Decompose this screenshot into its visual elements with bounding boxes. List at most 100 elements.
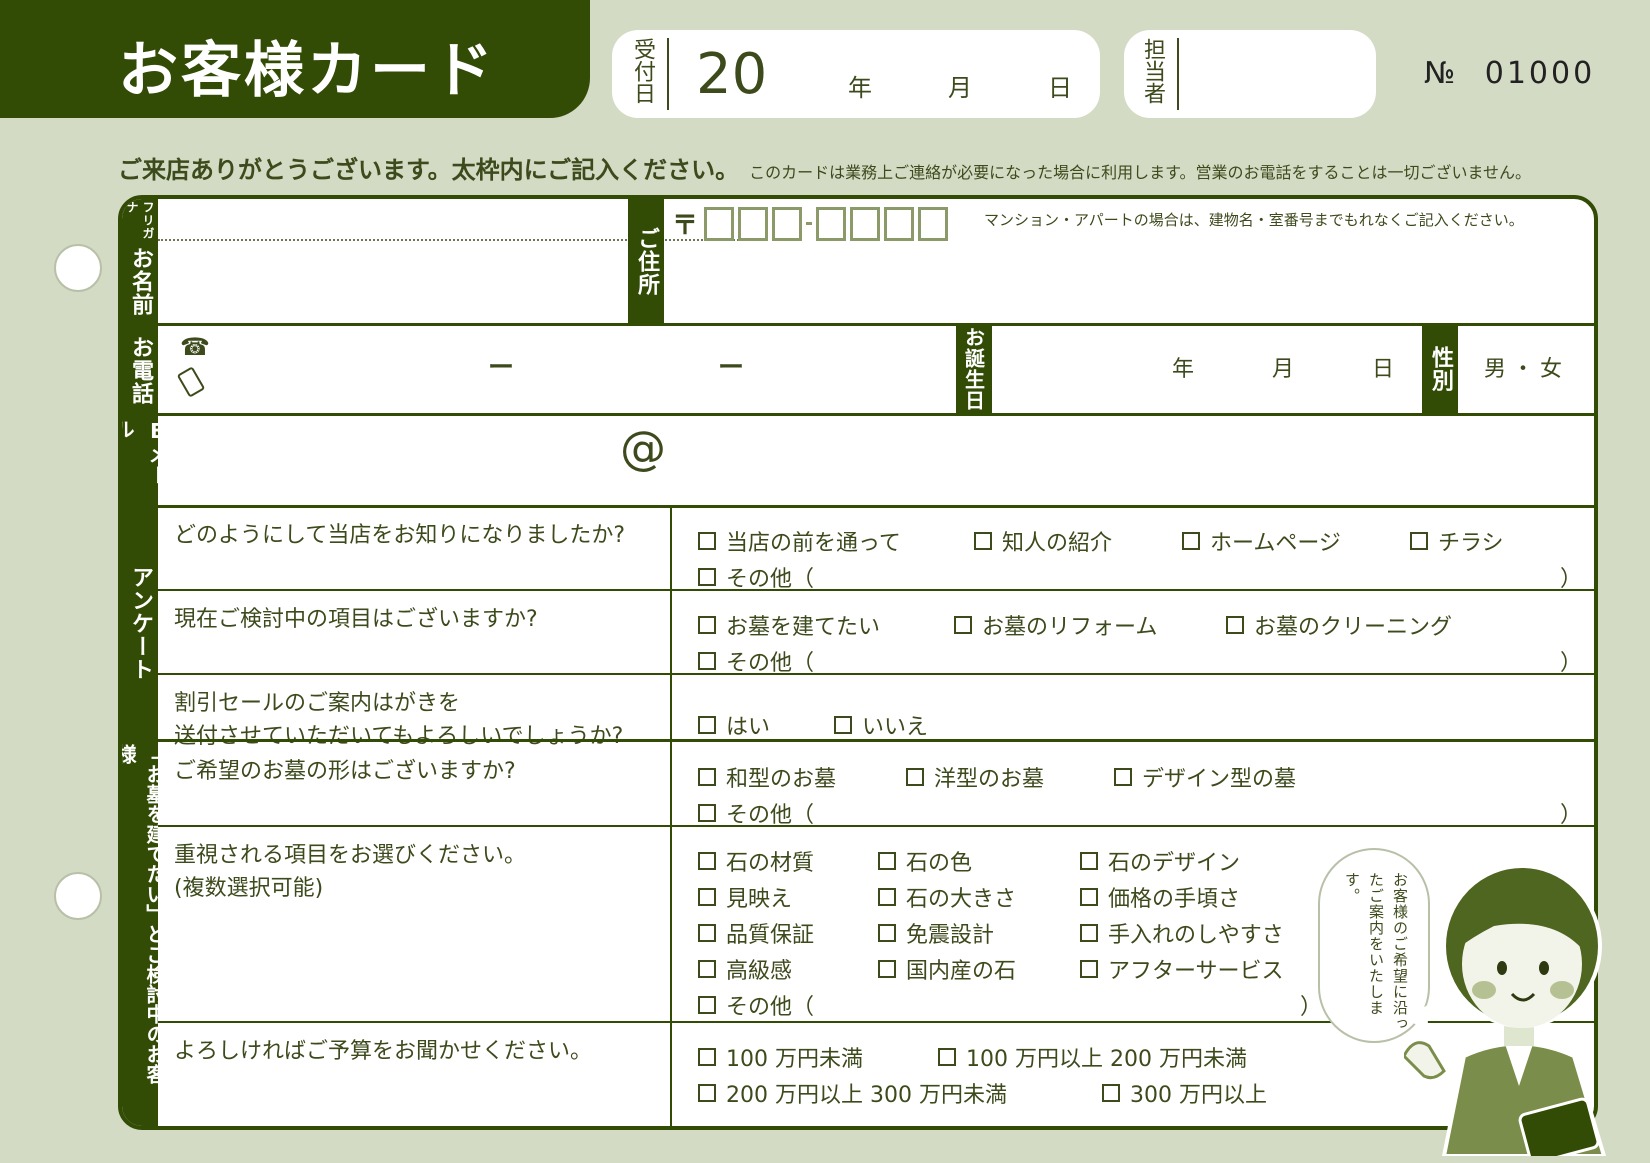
checkbox[interactable] [1226, 616, 1244, 634]
email-label: Eメール [118, 419, 169, 486]
birth-day-unit: 日 [1372, 357, 1395, 382]
name-label: お名前 [128, 246, 153, 316]
q6-option-4[interactable]: 300 万円以上 [1102, 1077, 1267, 1109]
intro-note: このカードは業務上ご連絡が必要になった場合に利用します。営業のお電話をすることは… [749, 163, 1532, 182]
postal-digit [738, 206, 769, 241]
received-day-unit: 日 [1048, 74, 1072, 102]
staff-character-illustration [1404, 864, 1607, 1156]
q5-option-9[interactable]: 手入れのしやすさ [1080, 917, 1284, 949]
checkbox[interactable] [698, 616, 716, 634]
q5-option-11[interactable]: 国内産の石 [878, 953, 1016, 985]
column-divider [670, 505, 672, 1126]
q5-option-5[interactable]: 石の大きさ [878, 881, 1016, 913]
received-divider [667, 38, 669, 110]
checkbox[interactable] [698, 1084, 716, 1102]
checkbox[interactable] [1410, 532, 1428, 550]
checkbox[interactable] [954, 616, 972, 634]
q1-option-3[interactable]: ホームページ [1182, 525, 1341, 557]
row-divider [158, 413, 1594, 416]
checkbox[interactable] [878, 924, 896, 942]
address-field[interactable] [666, 249, 1594, 321]
staff-divider [1177, 38, 1179, 110]
q5-option-2[interactable]: 石の色 [878, 845, 972, 877]
q6-option-1[interactable]: 100 万円未満 [698, 1041, 863, 1073]
postal-dash [806, 222, 813, 225]
furigana-label: フリガナ [125, 201, 155, 240]
postal-digit [918, 206, 949, 241]
q3-option-yes[interactable]: はい [698, 709, 770, 741]
received-date-label: 受付日 [630, 38, 655, 104]
q1-option-1[interactable]: 当店の前を通って [698, 525, 901, 557]
q2-option-3[interactable]: お墓のクリーニング [1226, 609, 1452, 641]
checkbox[interactable] [974, 532, 992, 550]
checkbox[interactable] [698, 924, 716, 942]
row-divider [158, 589, 1594, 591]
postal-digit [772, 206, 803, 241]
q3-option-no[interactable]: いいえ [834, 709, 928, 741]
row-divider [158, 323, 1594, 326]
checkbox[interactable] [698, 532, 716, 550]
checkbox[interactable] [878, 852, 896, 870]
q5-option-6[interactable]: 価格の手頃さ [1080, 881, 1240, 913]
checkbox[interactable] [698, 1048, 716, 1066]
number-label: № [1424, 56, 1459, 91]
q2-option-2[interactable]: お墓のリフォーム [954, 609, 1157, 641]
postal-digit [704, 206, 735, 241]
checkbox[interactable] [698, 852, 716, 870]
checkbox[interactable] [698, 996, 716, 1014]
intro-text: ご来店ありがとうございます。太枠内にご記入ください。 このカードは業務上ご連絡が必… [118, 150, 1531, 185]
gender-options[interactable]: 男・女 [1484, 351, 1568, 383]
q1-option-2[interactable]: 知人の紹介 [974, 525, 1112, 557]
checkbox[interactable] [938, 1048, 956, 1066]
checkbox[interactable] [698, 716, 716, 734]
checkbox[interactable] [698, 804, 716, 822]
checkbox[interactable] [1080, 924, 1098, 942]
question-3-line-2: 送付させていただいてもよろしいでしょうか? [174, 724, 624, 749]
checkbox[interactable] [878, 888, 896, 906]
phone-field[interactable] [212, 329, 912, 409]
checkbox[interactable] [1182, 532, 1200, 550]
q5-option-4[interactable]: 見映え [698, 881, 792, 913]
survey-label: アンケート [128, 565, 153, 681]
q5-option-8[interactable]: 免震設計 [878, 917, 994, 949]
q5-option-7[interactable]: 品質保証 [698, 917, 814, 949]
card-number: № 01000 [1424, 56, 1595, 91]
checkbox[interactable] [1102, 1084, 1120, 1102]
q1-option-4[interactable]: チラシ [1410, 525, 1504, 557]
q4-option-3[interactable]: デザイン型の墓 [1114, 761, 1296, 793]
q5-option-1[interactable]: 石の材質 [698, 845, 814, 877]
checkbox[interactable] [878, 960, 896, 978]
q4-option-2[interactable]: 洋型のお墓 [906, 761, 1044, 793]
checkbox[interactable] [698, 888, 716, 906]
checkbox[interactable] [1114, 768, 1132, 786]
checkbox[interactable] [698, 568, 716, 586]
phone-label: お電話 [128, 335, 153, 405]
received-year-prefix[interactable]: 20 [696, 42, 767, 107]
q6-option-2[interactable]: 100 万円以上 200 万円未満 [938, 1041, 1247, 1073]
q5-option-12[interactable]: アフターサービス [1080, 953, 1284, 985]
checkbox[interactable] [1080, 960, 1098, 978]
postal-code-field[interactable]: 〒 [672, 205, 952, 242]
received-month-unit: 月 [948, 74, 972, 102]
q5-option-other[interactable]: その他（ [698, 989, 814, 1021]
checkbox[interactable] [1080, 888, 1098, 906]
q6-option-3[interactable]: 200 万円以上 300 万円未満 [698, 1077, 1007, 1109]
q5-option-3[interactable]: 石のデザイン [1080, 845, 1240, 877]
checkbox[interactable] [906, 768, 924, 786]
email-field[interactable] [162, 417, 1592, 503]
telephone-icon: ☎ [180, 333, 210, 361]
q5-option-10[interactable]: 高級感 [698, 953, 792, 985]
number-value: 01000 [1484, 56, 1596, 91]
character-right-cheek [1550, 981, 1574, 999]
checkbox[interactable] [1080, 852, 1098, 870]
address-label: ご住所 [628, 199, 664, 323]
binder-hole-bottom [54, 872, 102, 920]
checkbox[interactable] [834, 716, 852, 734]
q2-option-1[interactable]: お墓を建てたい [698, 609, 880, 641]
bubble-text: お客様のご希望に沿ったご案内をいたします。 [1343, 872, 1409, 1032]
checkbox[interactable] [698, 768, 716, 786]
q4-option-1[interactable]: 和型のお墓 [698, 761, 836, 793]
birth-year-unit: 年 [1172, 357, 1195, 382]
checkbox[interactable] [698, 960, 716, 978]
checkbox[interactable] [698, 652, 716, 670]
